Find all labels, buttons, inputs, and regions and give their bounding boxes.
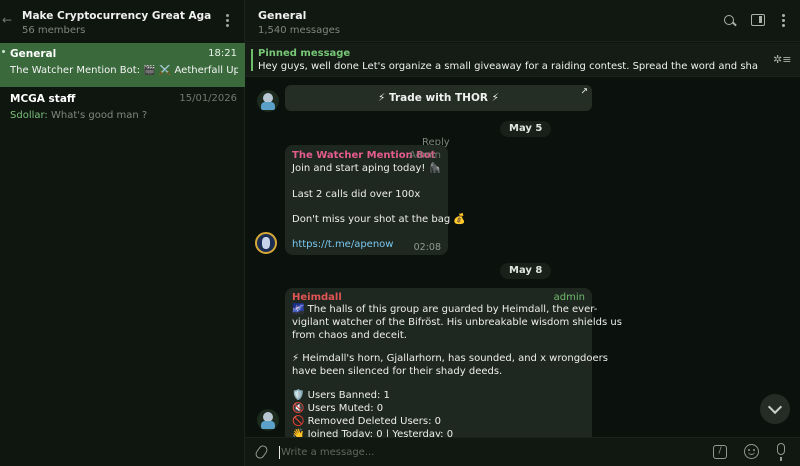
message-count: 1,540 messages — [258, 25, 340, 36]
button-label: ⚡ Trade with THOR ⚡ — [377, 92, 500, 104]
pinned-text: Hey guys, well done Let's organize a sma… — [258, 61, 758, 72]
search-icon[interactable] — [723, 14, 737, 28]
sender-role-badge: Admin — [409, 150, 441, 161]
message-bubble[interactable]: Heimdall admin 🌌 The halls of this group… — [285, 288, 622, 437]
pinned-accent — [251, 49, 253, 71]
date-separator: May 8 — [500, 263, 552, 279]
message-link[interactable]: https://t.me/apenow — [292, 239, 393, 250]
message-line: have been silenced for their shady deeds… — [292, 366, 503, 377]
chat-item-name: General — [10, 48, 57, 60]
message-area[interactable]: ⚡ Trade with THOR ⚡ ↗ May 5 Reply The Wa… — [245, 77, 800, 437]
chat-list-panel: ← Make Cryptocurrency Great Again💥 ($M..… — [0, 0, 245, 466]
chat-header[interactable]: General 1,540 messages — [245, 0, 800, 42]
preview-sender: Sdollar: — [10, 110, 48, 121]
group-title: Make Cryptocurrency Great Again💥 ($M... — [22, 10, 212, 22]
chat-item-general[interactable]: General 18:21 The Watcher Mention Bot: 🎬… — [0, 43, 245, 87]
chat-item-time: 15/01/2026 — [179, 93, 237, 104]
date-separator: May 5 — [500, 121, 552, 137]
watcher-bot-avatar[interactable] — [255, 232, 277, 254]
chat-title: General — [258, 9, 307, 22]
message-line: vigilant watcher of the Bifröst. His unb… — [292, 317, 622, 328]
message-line: 👋 Joined Today: 0 | Yesterday: 0 — [292, 429, 454, 437]
heimdall-avatar[interactable] — [257, 409, 279, 431]
chat-item-time: 18:21 — [208, 48, 237, 59]
chat-item-name: MCGA staff — [10, 93, 76, 105]
more-options-icon[interactable] — [223, 14, 231, 30]
chat-item-preview: Sdollar: What's good man ? — [10, 110, 238, 121]
back-arrow-icon[interactable]: ← — [2, 13, 12, 27]
message-line: Last 2 calls did over 100x — [292, 189, 421, 200]
scroll-to-bottom-button[interactable] — [760, 394, 790, 424]
attach-icon[interactable] — [253, 443, 270, 461]
message-bubble[interactable]: The Watcher Mention Bot Admin Join and s… — [285, 145, 466, 255]
sidebar-toggle-icon[interactable] — [751, 14, 765, 26]
pinned-label: Pinned message — [258, 48, 351, 59]
message-line: 🌌 The halls of this group are guarded by… — [292, 304, 598, 315]
message-time: 02:08 — [413, 242, 441, 253]
group-members-count: 56 members — [22, 25, 86, 36]
message-line: Join and start aping today! 🦍 — [292, 163, 442, 174]
bot-commands-icon[interactable]: / — [713, 445, 727, 459]
group-header[interactable]: ← Make Cryptocurrency Great Again💥 ($M..… — [0, 0, 244, 42]
message-line: from chaos and deceit. — [292, 330, 407, 341]
microphone-icon[interactable] — [777, 443, 785, 461]
more-options-icon[interactable] — [780, 14, 786, 28]
message-line: Don't miss your shot at the bag 💰 — [292, 214, 466, 225]
message-sender[interactable]: Heimdall — [292, 292, 342, 303]
external-link-icon: ↗ — [580, 87, 588, 97]
text-caret — [279, 446, 280, 459]
sender-role-badge: admin — [553, 292, 585, 303]
active-topic-dot-icon — [2, 50, 5, 53]
bot-avatar[interactable] — [257, 90, 279, 112]
message-composer: / — [245, 437, 800, 466]
trade-with-thor-button[interactable]: ⚡ Trade with THOR ⚡ ↗ — [285, 85, 592, 111]
message-line: 🛡️ Users Banned: 1 — [292, 390, 390, 401]
message-line: ⚡ Heimdall's horn, Gjallarhorn, has soun… — [292, 353, 608, 364]
chat-item-preview: The Watcher Mention Bot: 🎬 ⚔️ Aetherfall… — [10, 65, 238, 76]
pinned-message-bar[interactable]: Pinned message Hey guys, well done Let's… — [245, 43, 800, 77]
pin-list-icon[interactable]: ✲≡ — [773, 53, 791, 67]
chat-item-mcga-staff[interactable]: MCGA staff 15/01/2026 Sdollar: What's go… — [0, 88, 245, 132]
message-line: 🚫 Removed Deleted Users: 0 — [292, 416, 442, 427]
preview-text: What's good man ? — [47, 110, 148, 121]
emoji-icon[interactable] — [744, 444, 759, 459]
message-line: 🔇 Users Muted: 0 — [292, 403, 384, 414]
message-input[interactable] — [281, 443, 701, 462]
